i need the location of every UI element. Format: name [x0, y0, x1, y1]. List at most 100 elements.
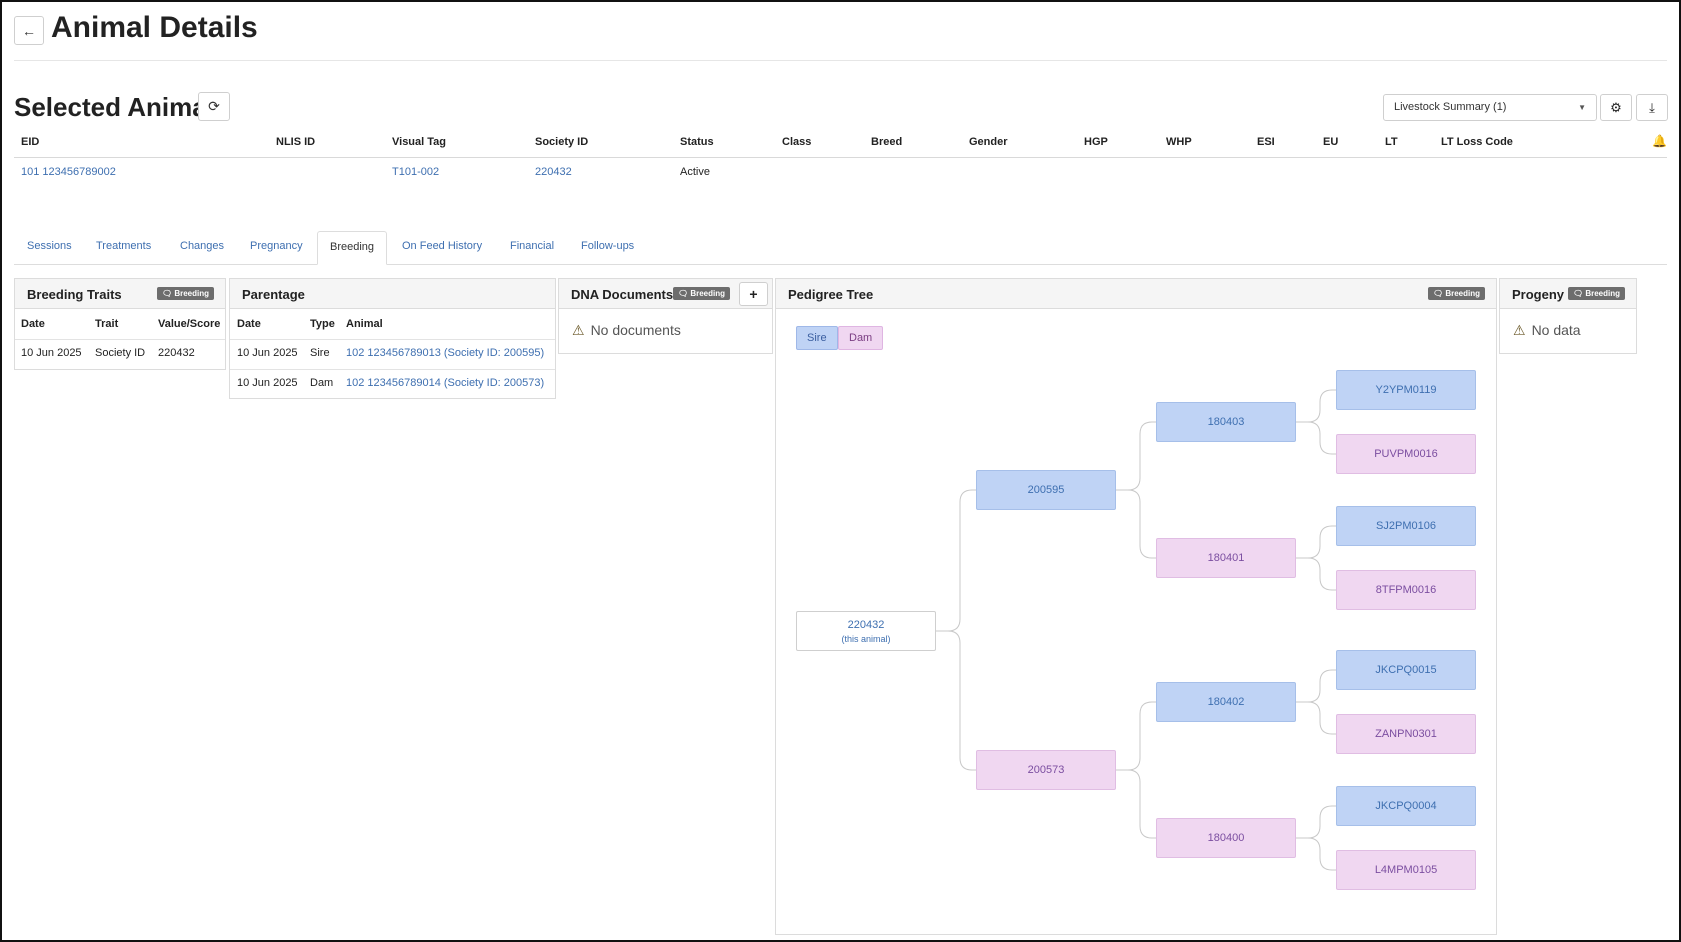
livestock-summary-select[interactable]: Livestock Summary (1) ▼ [1383, 94, 1597, 121]
summary-select-value: Livestock Summary (1) [1394, 101, 1507, 113]
row-divider [230, 339, 555, 340]
col-hgp[interactable]: HGP [1084, 136, 1108, 148]
add-document-button[interactable]: + [739, 282, 768, 306]
col-gender[interactable]: Gender [969, 136, 1008, 148]
col-lt-loss-code[interactable]: LT Loss Code [1441, 136, 1513, 148]
col-lt[interactable]: LT [1385, 136, 1398, 148]
col-nlis-id[interactable]: NLIS ID [276, 136, 315, 148]
download-button[interactable]: ⤓ [1636, 94, 1668, 121]
pedigree-node-ggp[interactable]: 8TFPM0016 [1336, 570, 1476, 610]
breeding-badge: 🗨 Breeding [1427, 287, 1485, 300]
tabs-divider [14, 264, 1667, 265]
visual-tag-link[interactable]: T101-002 [392, 166, 439, 178]
trait-name: Society ID [95, 347, 146, 359]
panel-header: Progeny 🗨 Breeding [1500, 279, 1636, 309]
pedigree-node-ggp[interactable]: PUVPM0016 [1336, 434, 1476, 474]
breeding-badge: 🗨 Breeding [672, 287, 730, 300]
refresh-button[interactable]: ⟳ [198, 92, 230, 121]
tab-pregnancy[interactable]: Pregnancy [250, 240, 303, 252]
panel-title: DNA Documents [571, 287, 674, 302]
panel-header: DNA Documents 🗨 Breeding + [559, 279, 772, 309]
col-class[interactable]: Class [782, 136, 811, 148]
th-animal: Animal [346, 318, 383, 330]
sire-type: Sire [310, 347, 330, 359]
col-eid[interactable]: EID [21, 136, 39, 148]
selected-animal-title: Selected Animal [14, 92, 214, 122]
bell-icon[interactable]: 🔔 [1652, 134, 1667, 148]
panel-header: Pedigree Tree 🗨 Breeding [776, 279, 1496, 309]
tab-treatments[interactable]: Treatments [96, 240, 151, 252]
page-title: Animal Details [51, 11, 258, 44]
pedigree-node-sire[interactable]: 200595 [976, 470, 1116, 510]
tab-financial[interactable]: Financial [510, 240, 554, 252]
parentage-panel: Parentage Date Type Animal 10 Jun 2025 S… [229, 278, 556, 399]
dam-type: Dam [310, 377, 334, 389]
dam-animal-link[interactable]: 102 123456789014 (Society ID: 200573) [346, 377, 544, 389]
th-value: Value/Score [158, 318, 221, 330]
download-icon: ⤓ [1649, 99, 1655, 115]
th-type: Type [310, 318, 335, 330]
tab-on-feed-history[interactable]: On Feed History [402, 240, 482, 252]
th-trait: Trait [95, 318, 119, 330]
pedigree-node-ggp[interactable]: JKCPQ0004 [1336, 786, 1476, 826]
pedigree-node-ggp[interactable]: SJ2PM0106 [1336, 506, 1476, 546]
breeding-badge: 🗨 Breeding [156, 287, 214, 300]
pedigree-node-ggp[interactable]: L4MPM0105 [1336, 850, 1476, 890]
warning-icon: ⚠ [1513, 322, 1526, 338]
col-breed[interactable]: Breed [871, 136, 902, 148]
trait-date: 10 Jun 2025 [21, 347, 82, 359]
sire-date: 10 Jun 2025 [237, 347, 298, 359]
table-header-divider [14, 157, 1667, 158]
warning-icon: ⚠ [572, 322, 585, 338]
row-divider [15, 339, 225, 340]
pedigree-node-ggp[interactable]: ZANPN0301 [1336, 714, 1476, 754]
status-value: Active [680, 166, 710, 178]
sire-animal-link[interactable]: 102 123456789013 (Society ID: 200595) [346, 347, 544, 359]
no-documents-message: ⚠ No documents [572, 322, 681, 338]
legend-dam: Dam [838, 326, 884, 350]
arrow-left-icon: ← [22, 22, 36, 39]
gear-icon: ⚙ [1610, 99, 1622, 115]
col-society-id[interactable]: Society ID [535, 136, 588, 148]
col-visual-tag[interactable]: Visual Tag [392, 136, 446, 148]
caret-down-icon: ▼ [1578, 103, 1586, 112]
trait-value: 220432 [158, 347, 195, 359]
eid-link[interactable]: 101 123456789002 [21, 166, 116, 178]
panel-header: Breeding Traits 🗨 Breeding [15, 279, 225, 309]
pedigree-node-gp[interactable]: 180401 [1156, 538, 1296, 578]
no-data-message: ⚠ No data [1513, 322, 1581, 338]
refresh-icon: ⟳ [208, 98, 220, 114]
pedigree-node-ggp[interactable]: Y2YPM0119 [1336, 370, 1476, 410]
pedigree-node-dam[interactable]: 200573 [976, 750, 1116, 790]
society-id-link[interactable]: 220432 [535, 166, 572, 178]
tab-follow-ups[interactable]: Follow-ups [581, 240, 634, 252]
pedigree-node-ggp[interactable]: JKCPQ0015 [1336, 650, 1476, 690]
dna-documents-panel: DNA Documents 🗨 Breeding + ⚠ No documents [558, 278, 773, 354]
pedigree-node-gp[interactable]: 180402 [1156, 682, 1296, 722]
progeny-panel: Progeny 🗨 Breeding ⚠ No data [1499, 278, 1637, 354]
pedigree-node-gp[interactable]: 180403 [1156, 402, 1296, 442]
tab-breeding[interactable]: Breeding [317, 231, 388, 265]
settings-button[interactable]: ⚙ [1600, 94, 1632, 121]
legend-sire: Sire [796, 326, 838, 350]
tab-sessions[interactable]: Sessions [27, 240, 72, 252]
panel-title: Progeny [1512, 287, 1565, 302]
col-status[interactable]: Status [680, 136, 714, 148]
col-eu[interactable]: EU [1323, 136, 1338, 148]
panel-title: Pedigree Tree [788, 287, 874, 302]
breeding-badge: 🗨 Breeding [1567, 287, 1625, 300]
pedigree-node-self[interactable]: 220432 (this animal) [796, 611, 936, 651]
back-button[interactable]: ← [14, 16, 44, 45]
col-whp[interactable]: WHP [1166, 136, 1192, 148]
col-esi[interactable]: ESI [1257, 136, 1275, 148]
panel-title: Parentage [242, 287, 305, 302]
th-date: Date [21, 318, 45, 330]
panel-header: Parentage [230, 279, 555, 309]
pedigree-node-gp[interactable]: 180400 [1156, 818, 1296, 858]
header-divider [14, 60, 1667, 61]
tab-changes[interactable]: Changes [180, 240, 224, 252]
dam-date: 10 Jun 2025 [237, 377, 298, 389]
breeding-traits-panel: Breeding Traits 🗨 Breeding Date Trait Va… [14, 278, 226, 370]
row-divider [230, 369, 555, 370]
panel-title: Breeding Traits [27, 287, 122, 302]
